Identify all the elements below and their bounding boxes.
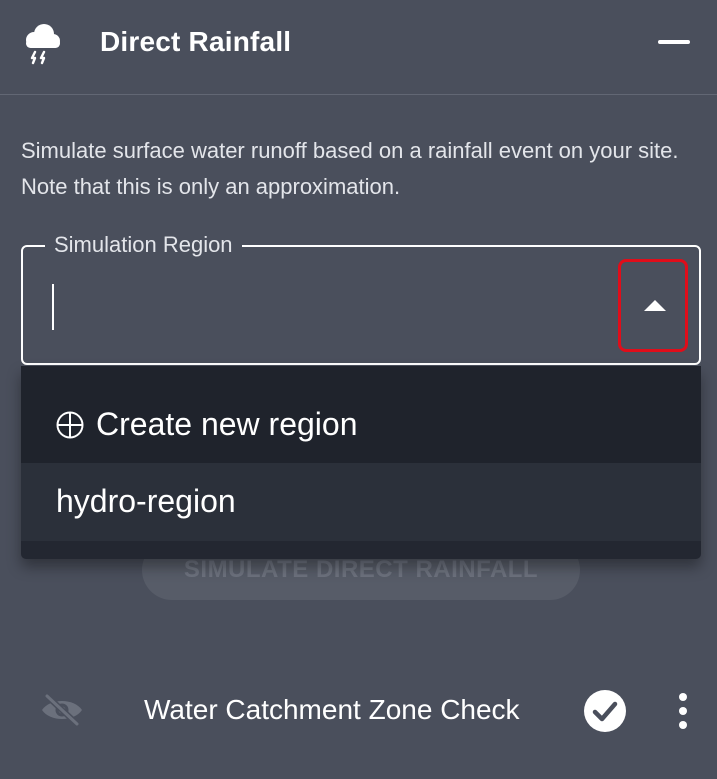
more-vertical-icon[interactable] [670,691,696,731]
menu-option-create-new-region[interactable]: Create new region [21,366,701,463]
eye-off-icon[interactable] [40,693,84,727]
panel-title: Direct Rainfall [100,26,292,57]
layer-name: Water Catchment Zone Check [144,694,520,725]
region-dropdown-menu: Create new region hydro-region [21,366,701,559]
option-label: Create new region [96,406,358,442]
panel-header: Direct Rainfall [0,0,717,95]
simulation-region-input[interactable] [49,283,609,331]
simulation-region-field[interactable]: Simulation Region [21,230,701,365]
text-cursor [52,284,54,330]
layer-row: Water Catchment Zone Check [0,670,717,750]
dropdown-toggle-button[interactable] [618,259,688,352]
panel-description: Simulate surface water runoff based on a… [21,138,679,199]
option-label: hydro-region [56,483,236,519]
menu-option-hydro-region[interactable]: hydro-region [21,463,701,541]
caret-up-icon [644,300,666,311]
plus-circle-icon [56,411,84,439]
simulation-region-label: Simulation Region [45,230,242,260]
storm-cloud-icon [26,24,60,65]
collapse-button[interactable] [652,26,696,58]
minus-icon [658,40,690,44]
check-circle-icon[interactable] [583,689,627,733]
